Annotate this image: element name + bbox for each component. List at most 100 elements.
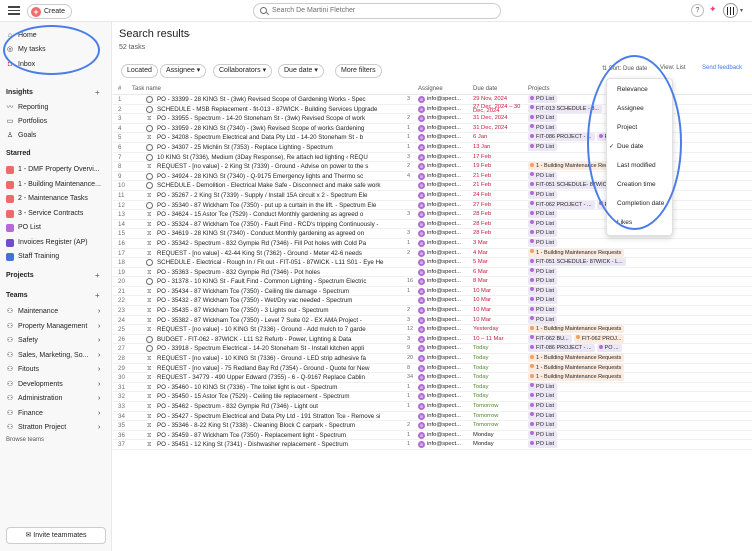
project-tag[interactable]: FIT-013 SCHEDULE - 8...	[528, 104, 602, 113]
sidebar-item-team[interactable]: ⚇ Developments ›	[6, 379, 106, 391]
project-tag[interactable]: FIT-062 BU...	[528, 334, 572, 343]
projects-cell[interactable]: PO List	[528, 238, 558, 247]
sidebar-item-starred[interactable]: Invoices Register (AP)	[6, 237, 88, 249]
assignee-cell[interactable]: in info@spect...	[418, 114, 466, 123]
col-projects[interactable]: Projects	[528, 86, 550, 92]
projects-cell[interactable]: PO List	[528, 382, 558, 391]
table-row[interactable]: 23 ⧖ PO - 35435 - 87 Wickham Tce (7350) - …	[113, 306, 752, 316]
project-tag[interactable]: PO List	[528, 392, 558, 401]
due-date[interactable]: 6 Mar	[473, 268, 525, 277]
sort-option[interactable]: Assignee	[607, 103, 674, 115]
hourglass-icon[interactable]: ⧖	[147, 210, 152, 219]
projects-cell[interactable]: 1 - Building Maintenance Requests	[528, 363, 625, 372]
task-name[interactable]: PO - 35451 - 12 King St (7341) - Dishwas…	[157, 440, 407, 449]
projects-cell[interactable]: PO List	[528, 267, 558, 276]
due-date[interactable]: 27 Feb	[473, 201, 525, 210]
assignee-cell[interactable]: in info@spect...	[418, 373, 466, 382]
assignee-cell[interactable]: in info@spect...	[418, 412, 466, 421]
projects-cell[interactable]: PO List	[528, 114, 558, 123]
task-name[interactable]: PO - 33399 - 28 KING St - (3wk) Revised …	[157, 95, 407, 104]
create-button[interactable]: + Create	[27, 4, 73, 19]
task-name[interactable]: REQUEST - 34779 - 490 Upper Edward (7355…	[157, 373, 407, 382]
due-date[interactable]: 3 Mar	[473, 239, 525, 248]
hourglass-icon[interactable]: ⧖	[147, 287, 152, 296]
table-row[interactable]: 17 ⧖ REQUEST - [no value] - 42-44 King St …	[113, 248, 752, 259]
project-tag[interactable]: FIT-086 PROJECT - ...	[528, 344, 595, 353]
table-row[interactable]: 20 PO - 31378 - 10 KING St - Fault Find -…	[113, 277, 752, 287]
project-tag[interactable]: PO List	[528, 430, 558, 439]
task-name[interactable]: REQUEST - [no value] - 42-44 King St (73…	[157, 249, 407, 258]
project-tag[interactable]: PO List	[528, 382, 558, 391]
project-tag[interactable]: PO List	[528, 123, 558, 132]
task-name[interactable]: PO - 35435 - 87 Wickham Tce (7350) - 3 L…	[157, 306, 407, 315]
assignee-cell[interactable]: in info@spect...	[418, 277, 466, 286]
task-name[interactable]: PO - 33955 - Spectrum - 14-20 Stoneham S…	[157, 114, 407, 123]
project-tag[interactable]: PO List	[528, 171, 558, 180]
assignee-cell[interactable]: in info@spect...	[418, 325, 466, 334]
invite-teammates-button[interactable]: ✉ Invite teammates	[6, 527, 106, 544]
task-name[interactable]: REQUEST - [no value] - 10 KING St (7336)…	[157, 354, 407, 363]
sort-option[interactable]: Last modified	[607, 160, 674, 172]
project-tag[interactable]: PO List	[528, 286, 558, 295]
filter-due-date[interactable]: Due date ▾	[278, 64, 324, 78]
table-row[interactable]: 37 ⧖ PO - 35451 - 12 King St (7341) - Dish…	[113, 440, 752, 450]
chevron-right-icon[interactable]: ›	[98, 364, 100, 376]
hourglass-icon[interactable]: ⧖	[147, 296, 152, 305]
project-tag[interactable]: PO List	[528, 306, 558, 315]
project-tag[interactable]: 1 - Building Maintenance Requests	[528, 363, 625, 372]
hourglass-icon[interactable]: ⧖	[147, 239, 152, 248]
task-name[interactable]: BUDGET - FIT-062 - 87WICK - L11 S2 Refur…	[157, 335, 407, 344]
sidebar-item-team[interactable]: ⚇ Sales, Marketing, So... ›	[6, 350, 106, 362]
projects-cell[interactable]: PO List	[528, 315, 558, 324]
due-date[interactable]: 10 Mar	[473, 287, 525, 296]
assignee-cell[interactable]: in info@spect...	[418, 191, 466, 200]
task-name[interactable]: REQUEST - [no value] - 10 KING St (7336)…	[157, 325, 407, 334]
hourglass-icon[interactable]: ⧖	[147, 133, 152, 142]
table-row[interactable]: 34 ⧖ PO - 35427 - Spectrum Electrical and …	[113, 411, 752, 422]
due-date[interactable]: 28 Feb	[473, 229, 525, 238]
projects-cell[interactable]: PO List	[528, 210, 558, 219]
task-name[interactable]: REQUEST - [no value] - 2 King St (7339) …	[157, 162, 407, 171]
hourglass-icon[interactable]: ⧖	[147, 421, 152, 430]
task-name[interactable]: SCHEDULE - Electrical - Rough In / Fit o…	[157, 258, 407, 267]
task-name[interactable]: SCHEDULE - Demolition - Electrical Make …	[157, 181, 407, 190]
chevron-right-icon[interactable]: ›	[98, 379, 100, 391]
project-tag[interactable]: 1 - Building Maintenance Requests	[528, 373, 625, 382]
assignee-cell[interactable]: in info@spect...	[418, 95, 466, 104]
task-name[interactable]: PO - 35459 - 87 Wickham Tce (7350) - Rep…	[157, 431, 407, 440]
chevron-right-icon[interactable]: ›	[98, 306, 100, 318]
sidebar-item-team[interactable]: ⚇ Administration ›	[6, 393, 106, 405]
sidebar-item-home[interactable]: ⌂ Home	[6, 30, 37, 42]
hourglass-icon[interactable]: ⧖	[147, 354, 152, 363]
hourglass-icon[interactable]: ⧖	[147, 383, 152, 392]
project-tag[interactable]: PO List	[528, 440, 558, 449]
col-assignee[interactable]: Assignee	[418, 86, 443, 92]
sidebar-item-reporting[interactable]: 〰 Reporting	[6, 102, 49, 114]
project-tag[interactable]: PO ...	[596, 344, 622, 353]
due-date[interactable]: Today	[473, 373, 525, 382]
chevron-right-icon[interactable]: ›	[98, 335, 100, 347]
due-date[interactable]: Today	[473, 344, 525, 353]
task-name[interactable]: PO - 33959 - 28 KING St (7340) - (3wk) R…	[157, 124, 407, 133]
task-name[interactable]: PO - 34924 - 28 KING St (7340) - Q-9175 …	[157, 172, 407, 181]
avatar[interactable]	[723, 3, 738, 18]
table-row[interactable]: 27 PO - 33918 - Spectrum Electrical - 14-…	[113, 344, 752, 355]
assignee-cell[interactable]: in info@spect...	[418, 364, 466, 373]
due-date[interactable]: 8 Mar	[473, 277, 525, 286]
help-button[interactable]: ?	[691, 4, 704, 17]
hourglass-icon[interactable]: ⧖	[147, 220, 152, 229]
complete-checkbox-icon[interactable]	[146, 96, 153, 103]
assignee-cell[interactable]: in info@spect...	[418, 172, 466, 181]
filter-located[interactable]: Located	[121, 64, 158, 78]
assignee-cell[interactable]: in info@spect...	[418, 181, 466, 190]
assignee-cell[interactable]: in info@spect...	[418, 306, 466, 315]
complete-checkbox-icon[interactable]	[146, 153, 153, 161]
assignee-cell[interactable]: in info@spect...	[418, 210, 466, 219]
hourglass-icon[interactable]: ⧖	[147, 325, 152, 334]
due-date[interactable]: Tomorrow	[473, 421, 525, 430]
complete-checkbox-icon[interactable]	[146, 124, 153, 132]
due-date[interactable]: 10 Mar	[473, 306, 525, 315]
complete-checkbox-icon[interactable]	[146, 143, 153, 151]
due-date[interactable]: 10 Mar	[473, 316, 525, 325]
table-row[interactable]: 26 BUDGET - FIT-062 - 87WICK - L11 S2 Ref…	[113, 334, 752, 345]
